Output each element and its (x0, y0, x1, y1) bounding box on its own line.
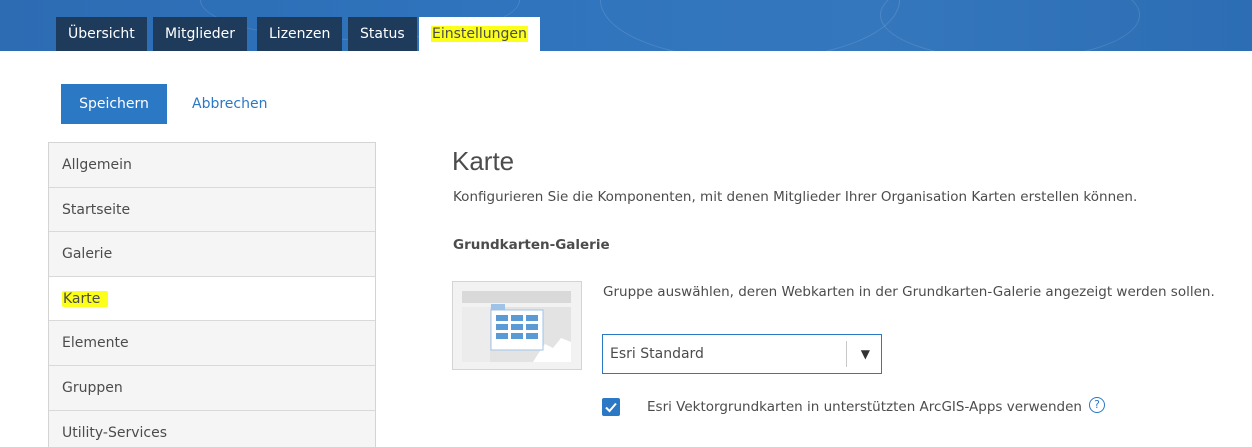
banner-decoration (600, 0, 900, 51)
header-banner: Übersicht Mitglieder Lizenzen Status Ein… (0, 0, 1252, 51)
sidebar-item-allgemein[interactable]: Allgemein (49, 143, 375, 188)
page-title: Karte (452, 146, 515, 176)
checkmark-icon (605, 402, 617, 413)
sidebar-item-gruppen[interactable]: Gruppen (49, 366, 375, 411)
sidebar-item-label: Startseite (62, 201, 131, 218)
sidebar-item-label: Gruppen (62, 379, 123, 396)
tab-label: Lizenzen (269, 26, 331, 42)
sidebar-item-label: Galerie (62, 246, 113, 263)
chevron-down-icon[interactable]: ▼ (861, 335, 870, 373)
cancel-button[interactable]: Abbrechen (182, 84, 277, 124)
tab-uebersicht[interactable]: Übersicht (56, 17, 147, 51)
tab-label: Status (360, 26, 405, 42)
tab-label: Mitglieder (165, 26, 235, 42)
sidebar-item-label: Utility-Services (62, 424, 168, 441)
sidebar-item-elemente[interactable]: Elemente (49, 321, 375, 366)
sidebar-item-label: Elemente (62, 335, 129, 352)
basemap-group-select-value: Esri Standard (610, 346, 704, 362)
tab-mitglieder[interactable]: Mitglieder (153, 17, 247, 51)
basemap-gallery-illustration (453, 282, 581, 369)
sidebar-item-startseite[interactable]: Startseite (49, 188, 375, 233)
tab-label: Übersicht (68, 26, 135, 42)
select-divider (846, 341, 847, 367)
help-icon[interactable]: ? (1089, 397, 1105, 413)
basemap-gallery-instruction: Gruppe auswählen, deren Webkarten in der… (603, 284, 1215, 300)
page-description: Konfigurieren Sie die Komponenten, mit d… (453, 189, 1138, 205)
save-button[interactable]: Speichern (61, 84, 167, 124)
banner-decoration (880, 0, 1140, 51)
settings-sidebar: Allgemein Startseite Galerie Karte Eleme… (48, 142, 376, 447)
basemap-group-select[interactable]: Esri Standard ▼ (602, 334, 882, 374)
sidebar-item-label: Karte (62, 290, 109, 307)
tab-einstellungen[interactable]: Einstellungen (419, 17, 540, 51)
tab-label: Einstellungen (431, 26, 528, 42)
tab-lizenzen[interactable]: Lizenzen (257, 17, 343, 51)
sidebar-item-karte[interactable]: Karte (49, 276, 375, 322)
vector-basemaps-checkbox[interactable] (602, 398, 620, 416)
basemap-gallery-thumbnail (452, 281, 582, 370)
vector-basemaps-label: Esri Vektorgrundkarten in unterstützten … (647, 399, 1082, 415)
section-label-basemap-gallery: Grundkarten-Galerie (453, 237, 610, 253)
sidebar-item-galerie[interactable]: Galerie (49, 232, 375, 277)
tab-status[interactable]: Status (348, 17, 417, 51)
sidebar-item-utility-services[interactable]: Utility-Services (49, 411, 375, 447)
sidebar-item-label: Allgemein (62, 157, 132, 173)
